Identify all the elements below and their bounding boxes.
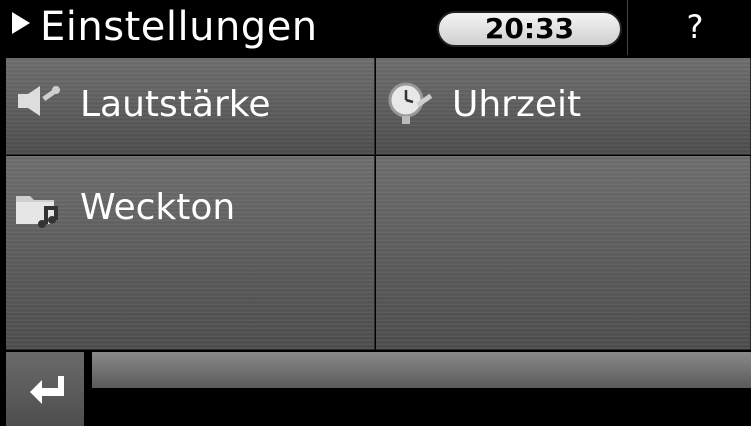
settings-menu: Lautstärke Uhrzeit Weckton (6, 58, 751, 350)
help-button[interactable]: ? (650, 7, 740, 47)
menu-item-weckton[interactable]: Weckton (6, 156, 375, 350)
header-bar: Einstellungen 20:33 ? (0, 0, 751, 55)
menu-empty-tile (376, 156, 751, 350)
bottom-divider (86, 352, 90, 426)
settings-screen: Einstellungen 20:33 ? Lautstärke Uhrzeit… (0, 0, 751, 426)
music-folder-icon (16, 196, 58, 228)
clock-wrench-icon (388, 82, 433, 124)
bottom-panel (92, 352, 751, 388)
return-arrow-icon (30, 376, 64, 404)
menu-item-lautstaerke[interactable]: Lautstärke (6, 58, 375, 155)
volume-wrench-icon (18, 86, 60, 116)
bottom-bar (0, 352, 751, 426)
play-triangle-icon (12, 12, 30, 34)
back-button[interactable] (6, 352, 84, 426)
menu-item-label: Weckton (80, 187, 236, 228)
clock-display: 20:33 (437, 11, 622, 47)
header-divider (627, 0, 628, 55)
menu-item-label: Lautstärke (80, 84, 271, 125)
menu-item-label: Uhrzeit (452, 84, 582, 125)
page-title: Einstellungen (40, 4, 318, 50)
menu-item-uhrzeit[interactable]: Uhrzeit (376, 58, 751, 155)
